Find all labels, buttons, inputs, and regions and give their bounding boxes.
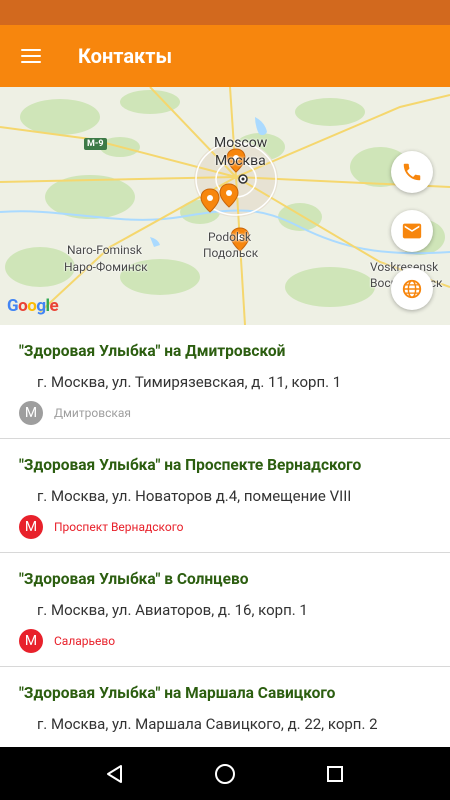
phone-icon xyxy=(403,163,421,181)
metro-station: М Проспект Вернадского xyxy=(19,515,183,539)
list-item[interactable]: "Здоровая Улыбка" на Маршала Савицкого г… xyxy=(0,667,450,747)
contact-address: г. Москва, ул. Тимирязевская, д. 11, кор… xyxy=(37,373,342,391)
road-label: M-9 xyxy=(84,138,107,150)
contact-title: "Здоровая Улыбка" на Дмитровской xyxy=(19,342,286,360)
map-label-moscow-ru: Москва xyxy=(215,153,266,169)
app-bar: Контакты xyxy=(0,25,450,87)
metro-icon: М xyxy=(19,515,43,539)
menu-button[interactable] xyxy=(0,25,62,87)
recents-icon xyxy=(327,765,343,782)
metro-station: М Саларьево xyxy=(19,629,115,653)
system-nav-bar xyxy=(0,747,450,800)
home-icon xyxy=(215,763,235,784)
recents-button[interactable] xyxy=(310,749,360,799)
list-item[interactable]: "Здоровая Улыбка" в Солнцево г. Москва, … xyxy=(0,553,450,667)
menu-icon xyxy=(21,49,41,63)
page-title: Контакты xyxy=(78,44,173,68)
list-item[interactable]: "Здоровая Улыбка" на Дмитровской г. Моск… xyxy=(0,325,450,439)
map-label-podolsk-en: Podolsk xyxy=(208,230,252,244)
mail-icon xyxy=(402,223,422,239)
contact-title: "Здоровая Улыбка" в Солнцево xyxy=(19,570,249,588)
back-button[interactable] xyxy=(90,749,140,799)
back-icon xyxy=(107,764,122,783)
map-label-naro-en: Naro-Fominsk xyxy=(67,243,142,257)
list-item[interactable]: "Здоровая Улыбка" на Проспекте Вернадско… xyxy=(0,439,450,553)
map-label-podolsk-ru: Подольск xyxy=(203,246,259,260)
email-button[interactable] xyxy=(391,210,433,252)
metro-icon: М xyxy=(19,401,43,425)
status-bar xyxy=(0,0,450,25)
home-button[interactable] xyxy=(200,749,250,799)
metro-name: Дмитровская xyxy=(54,406,131,420)
metro-icon: М xyxy=(19,629,43,653)
map-label-naro-ru: Наро-Фоминск xyxy=(64,260,148,274)
map-label-moscow-en: Moscow xyxy=(214,135,268,151)
map-view[interactable]: M-9 Moscow Москва Naro-Fominsk Наро-Фоми… xyxy=(0,87,450,325)
google-logo: Google xyxy=(7,296,59,316)
metro-station: М Дмитровская xyxy=(19,401,131,425)
call-button[interactable] xyxy=(391,151,433,193)
contact-address: г. Москва, ул. Маршала Савицкого, д. 22,… xyxy=(37,715,378,733)
globe-icon xyxy=(402,279,422,299)
contacts-list: "Здоровая Улыбка" на Дмитровской г. Моск… xyxy=(0,325,450,747)
contact-address: г. Москва, ул. Авиаторов, д. 16, корп. 1 xyxy=(37,601,308,619)
metro-name: Саларьево xyxy=(54,634,116,648)
contact-title: "Здоровая Улыбка" на Проспекте Вернадско… xyxy=(19,456,362,474)
metro-name: Проспект Вернадского xyxy=(54,520,184,534)
contact-address: г. Москва, ул. Новаторов д.4, помещение … xyxy=(37,487,352,505)
website-button[interactable] xyxy=(391,268,433,310)
contact-title: "Здоровая Улыбка" на Маршала Савицкого xyxy=(19,684,336,702)
